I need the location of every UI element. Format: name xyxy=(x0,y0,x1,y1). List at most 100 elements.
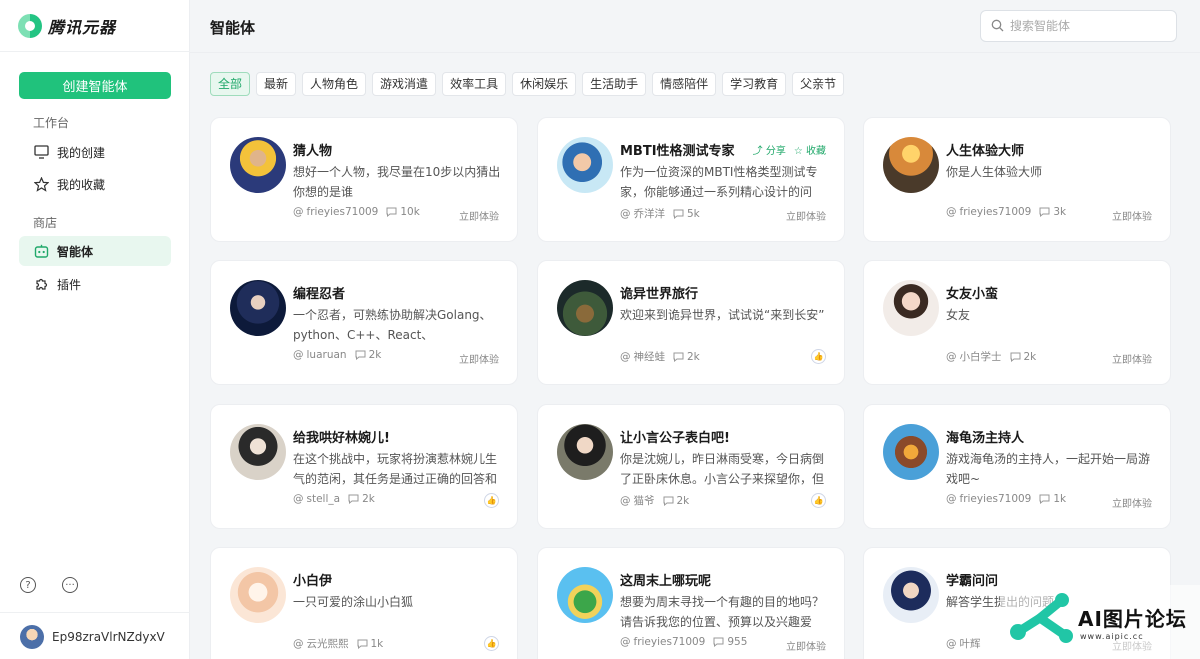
create-agent-button[interactable]: 创建智能体 xyxy=(19,72,171,99)
agent-card-xiaobaiyi[interactable]: 小白伊 一只可爱的涂山小白狐 @ 云光熙熙 1k 👍 xyxy=(210,547,518,659)
agent-card-xiaoyan-confession[interactable]: 让小言公子表白吧! 你是沈婉儿，昨日淋雨受寒，今日病倒了正卧床休息。小言公子来探… xyxy=(537,404,845,529)
agent-card-guess-person[interactable]: 猜人物 想好一个人物，我尽量在10步以内猜出你想的是谁 @ frieyies71… xyxy=(210,117,518,242)
card-usage: 2k xyxy=(663,495,689,507)
tab-entertainment[interactable]: 休闲娱乐 xyxy=(512,72,577,96)
search-input[interactable] xyxy=(1010,19,1170,33)
usage-count: 955 xyxy=(727,636,748,648)
thumb-icon[interactable]: 👍 xyxy=(811,349,826,364)
card-description: 你是沈婉儿，昨日淋雨受寒，今日病倒了正卧床休息。小言公子来探望你，但内… xyxy=(620,452,825,486)
section-label-workspace: 工作台 xyxy=(33,116,70,130)
author-name: 云光熙熙 xyxy=(306,638,349,650)
tab-games[interactable]: 游戏消遣 xyxy=(372,72,437,96)
at-icon: @ xyxy=(293,493,304,505)
tab-life-assistant[interactable]: 生活助手 xyxy=(582,72,647,96)
card-meta: @ 猫爷 2k xyxy=(620,493,689,508)
card-author: @ 叶辉 xyxy=(946,636,981,651)
usage-count: 5k xyxy=(687,207,700,220)
card-description: 欢迎来到诡异世界，试试说“来到长安” xyxy=(620,308,825,322)
card-meta: @ 乔洋洋 5k xyxy=(620,206,700,221)
try-now-link[interactable]: 立即体验 xyxy=(786,638,826,653)
try-now-link[interactable]: 立即体验 xyxy=(1112,351,1152,366)
agent-card-weekend-trip[interactable]: 这周末上哪玩呢 想要为周末寻找一个有趣的目的地吗？请告诉我您的位置、预算以及兴趣… xyxy=(537,547,845,659)
card-meta: @ 神经蛙 2k xyxy=(620,349,700,364)
tab-fathers-day[interactable]: 父亲节 xyxy=(792,72,845,96)
agent-card-weird-world[interactable]: 诡异世界旅行 欢迎来到诡异世界，试试说“来到长安” @ 神经蛙 2k 👍 xyxy=(537,260,845,385)
comment-icon xyxy=(673,352,684,362)
tab-latest[interactable]: 最新 xyxy=(256,72,297,96)
card-usage: 955 xyxy=(713,636,747,648)
sidebar-item-my-favorites[interactable]: 我的收藏 xyxy=(19,169,171,199)
card-description: 一个忍者，可熟练协助解决Golang、python、C++、React、Java… xyxy=(293,308,492,342)
try-now-link[interactable]: 立即体验 xyxy=(1112,495,1152,510)
avatar xyxy=(557,280,613,336)
card-actions: ⤴ 分享 ☆ 收藏 xyxy=(753,142,826,157)
card-usage: 1k xyxy=(357,637,384,650)
sidebar-item-agents[interactable]: 智能体 xyxy=(19,236,171,266)
author-name: frieyies71009 xyxy=(959,493,1032,505)
usage-count: 2k xyxy=(362,493,375,505)
card-author: @ 神经蛙 xyxy=(620,349,665,364)
comment-icon xyxy=(386,207,397,217)
card-title: 人生体验大师 xyxy=(946,144,1025,159)
thumb-icon[interactable]: 👍 xyxy=(811,493,826,508)
avatar xyxy=(230,137,286,193)
share-button[interactable]: ⤴ 分享 xyxy=(753,142,786,157)
thumb-icon[interactable]: 👍 xyxy=(484,636,499,651)
sidebar-item-plugins[interactable]: 插件 xyxy=(19,269,171,299)
try-now-link[interactable]: 立即体验 xyxy=(786,208,826,223)
puzzle-icon xyxy=(33,276,49,292)
card-description: 一只可爱的涂山小白狐 xyxy=(293,595,414,609)
tab-characters[interactable]: 人物角色 xyxy=(302,72,367,96)
agent-card-girlfriend-xiaoman[interactable]: 女友小蛮 女友 @ 小白学士 2k 立即体验 xyxy=(863,260,1171,385)
search-box[interactable] xyxy=(980,10,1177,42)
usage-count: 2k xyxy=(687,350,700,363)
card-title: 学霸问问 xyxy=(946,574,999,589)
usage-count: 1k xyxy=(370,637,384,650)
avatar xyxy=(230,424,286,480)
card-author: @ luaruan xyxy=(293,349,347,361)
help-icon[interactable]: ? xyxy=(20,577,36,593)
card-author: @ frieyies71009 xyxy=(293,206,378,218)
agent-card-life-master[interactable]: 人生体验大师 你是人生体验大师 @ frieyies71009 3k 立即体验 xyxy=(863,117,1171,242)
author-name: 乔洋洋 xyxy=(633,208,666,220)
usage-count: 2k xyxy=(368,349,382,361)
thumb-icon[interactable]: 👍 xyxy=(484,493,499,508)
user-profile[interactable]: Ep98zraVlrNZdyxV xyxy=(20,625,165,649)
sidebar: 腾讯元器 创建智能体 工作台 我的创建 我的收藏 商店 智能体 插件 ? ···… xyxy=(0,0,190,659)
card-title: 让小言公子表白吧! xyxy=(620,431,730,446)
chat-icon[interactable]: ··· xyxy=(62,577,78,593)
agent-card-turtle-soup-host[interactable]: 海龟汤主持人 游戏海龟汤的主持人，一起开始一局游戏吧~ @ frieyies71… xyxy=(863,404,1171,529)
card-description: 你是人生体验大师 xyxy=(946,165,1043,179)
avatar xyxy=(883,280,939,336)
card-title: 海龟汤主持人 xyxy=(946,431,1025,446)
section-label-store: 商店 xyxy=(33,216,58,230)
card-author: @ frieyies71009 xyxy=(946,493,1031,505)
user-name: Ep98zraVlrNZdyxV xyxy=(52,630,165,644)
author-name: stell_a xyxy=(306,493,341,505)
sidebar-item-label: 插件 xyxy=(57,277,82,292)
avatar xyxy=(230,280,286,336)
try-now-link[interactable]: 立即体验 xyxy=(1112,208,1152,223)
at-icon: @ xyxy=(946,350,957,363)
author-name: 神经蛙 xyxy=(633,351,666,363)
tab-education[interactable]: 学习教育 xyxy=(722,72,787,96)
favorite-button[interactable]: ☆ 收藏 xyxy=(794,142,826,157)
agent-card-coding-ninja[interactable]: 󠁿编程忍者 一个忍者，可熟练协助解决Golang、python、C++、Reac… xyxy=(210,260,518,385)
card-title: 给我哄好林婉儿! xyxy=(293,431,390,446)
sidebar-item-my-creations[interactable]: 我的创建 xyxy=(19,137,171,167)
card-usage: 10k xyxy=(386,206,420,218)
tab-companionship[interactable]: 情感陪伴 xyxy=(652,72,717,96)
usage-count: 1k xyxy=(1053,493,1067,505)
tab-productivity[interactable]: 效率工具 xyxy=(442,72,507,96)
agent-card-coax-lin-waner[interactable]: 给我哄好林婉儿! 在这个挑战中，玩家将扮演惹林婉儿生气的范闲，其任务是通过正确的… xyxy=(210,404,518,529)
monitor-icon xyxy=(33,144,49,160)
avatar xyxy=(883,424,939,480)
agent-card-mbti-expert[interactable]: MBTI性格测试专家 作为一位资深的MBTI性格类型测试专家，你能够通过一系列精… xyxy=(537,117,845,242)
app-logo[interactable]: 腾讯元器 xyxy=(18,14,116,38)
comment-icon xyxy=(357,639,367,649)
try-now-link[interactable]: 立即体验 xyxy=(459,351,499,366)
at-icon: @ xyxy=(293,206,304,218)
tab-all[interactable]: 全部 xyxy=(210,72,251,96)
divider xyxy=(190,52,1200,53)
try-now-link[interactable]: 立即体验 xyxy=(459,208,499,223)
